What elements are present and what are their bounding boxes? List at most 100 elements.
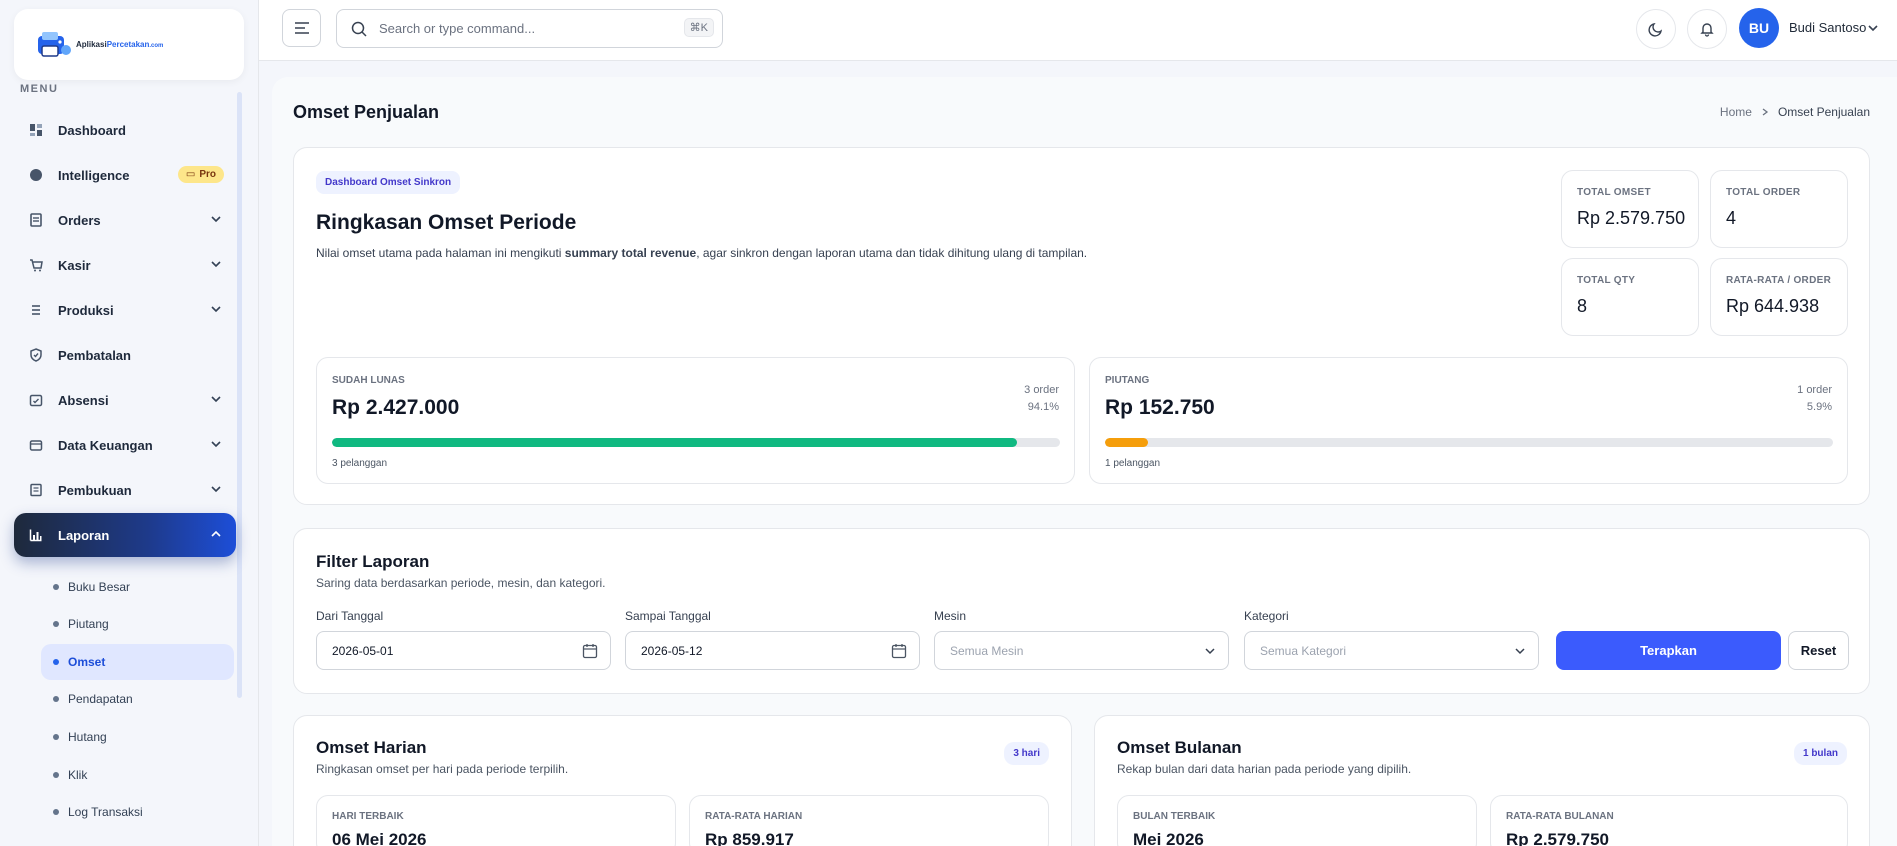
sidebar-item-laporan[interactable]: Laporan: [14, 513, 236, 557]
notifications-button[interactable]: [1687, 9, 1727, 49]
menu-icon: [294, 22, 309, 34]
best-month-label: BULAN TERBAIK: [1133, 811, 1216, 822]
sidebar-item-intelligence[interactable]: Intelligence ▭ Pro: [14, 153, 236, 197]
filter-card: Filter Laporan Saring data berdasarkan p…: [293, 528, 1870, 694]
breadcrumb: Home Omset Penjualan: [1720, 105, 1870, 119]
monthly-title: Omset Bulanan: [1117, 738, 1242, 757]
sidebar-item-data-keuangan[interactable]: Data Keuangan: [14, 423, 236, 467]
sidebar-item-label: Data Keuangan: [58, 437, 153, 453]
logo[interactable]: AplikasiPercetakan.com: [14, 9, 244, 80]
paid-customers: 3 pelanggan: [332, 458, 388, 469]
stat-total-omset: TOTAL OMSET Rp 2.579.750: [1561, 170, 1699, 248]
daily-average-label: RATA-RATA HARIAN: [705, 811, 803, 822]
apply-button[interactable]: Terapkan: [1556, 631, 1781, 670]
bullet-dot: [53, 696, 59, 702]
user-name[interactable]: Budi Santoso: [1789, 20, 1866, 35]
sidebar-item-orders[interactable]: Orders: [14, 198, 236, 242]
moon-icon: [1648, 22, 1663, 37]
summary-heading: Ringkasan Omset Periode: [316, 211, 577, 234]
machine-value: Semua Mesin: [950, 643, 1024, 658]
sidebar-item-label: Absensi: [58, 392, 109, 408]
category-value: Semua Kategori: [1260, 643, 1347, 658]
category-select[interactable]: Semua Kategori: [1244, 631, 1539, 670]
from-date-input[interactable]: 2026-05-01: [316, 631, 611, 670]
sidebar-item-pembukuan[interactable]: Pembukuan: [14, 468, 236, 512]
page-title: Omset Penjualan: [293, 102, 440, 122]
sidebar-item-label: Laporan: [58, 527, 110, 543]
reset-button[interactable]: Reset: [1788, 631, 1849, 670]
daily-average-value: Rp 859.917: [705, 830, 794, 846]
chevron-up-icon: [211, 530, 221, 537]
chevron-down-icon: [211, 441, 221, 448]
chevron-down-icon: [211, 261, 221, 268]
machine-label: Mesin: [934, 609, 967, 623]
calendar-check-icon: [28, 392, 44, 408]
stat-value: 8: [1577, 296, 1588, 316]
sidebar-subitem-omset[interactable]: Omset: [41, 644, 234, 680]
sidebar-item-label: Dashboard: [58, 122, 126, 138]
best-month-card: BULAN TERBAIK Mei 2026: [1117, 795, 1477, 846]
sidebar-subitem-label: Piutang: [68, 617, 109, 631]
sidebar-subitem-label: Hutang: [68, 730, 107, 744]
sidebar-item-produksi[interactable]: Produksi: [14, 288, 236, 332]
sidebar-item-kasir[interactable]: Kasir: [14, 243, 236, 287]
monthly-average-label: RATA-RATA BULANAN: [1506, 811, 1614, 822]
shortcut-hint: ⌘K: [683, 18, 714, 37]
chevron-right-icon: [1762, 108, 1769, 116]
chevron-down-icon[interactable]: [1867, 22, 1879, 34]
breadcrumb-home[interactable]: Home: [1720, 105, 1752, 119]
best-month-value: Mei 2026: [1133, 830, 1204, 846]
book-icon: [28, 482, 44, 498]
chevron-down-icon: [1205, 648, 1215, 655]
machine-select[interactable]: Semua Mesin: [934, 631, 1229, 670]
sidebar-subitem-piutang[interactable]: Piutang: [41, 606, 234, 642]
paid-label: SUDAH LUNAS: [332, 375, 405, 386]
search-bar[interactable]: ⌘K: [336, 9, 723, 48]
sidebar-scrollbar[interactable]: [237, 92, 242, 698]
best-day-label: HARI TERBAIK: [332, 811, 404, 822]
sidebar-item-pembatalan[interactable]: Pembatalan: [14, 333, 236, 377]
sidebar-subitem-klik[interactable]: Klik: [41, 757, 234, 793]
topbar: ⌘K BU Budi Santoso: [259, 0, 1897, 61]
to-date-input[interactable]: 2026-05-12: [625, 631, 920, 670]
paid-meta: 3 order 94.1%: [1024, 384, 1059, 413]
stat-label: TOTAL QTY: [1577, 275, 1636, 286]
sidebar-subitem-label: Pendapatan: [68, 692, 133, 706]
sidebar-subitem-log-transaksi[interactable]: Log Transaksi: [41, 794, 234, 830]
sidebar-toggle-button[interactable]: [282, 9, 321, 47]
bullet-dot: [53, 659, 59, 665]
sidebar-subitem-label: Klik: [68, 768, 88, 782]
paid-value: Rp 2.427.000: [332, 396, 460, 419]
monthly-average-value: Rp 2.579.750: [1506, 830, 1610, 846]
sidebar-item-absensi[interactable]: Absensi: [14, 378, 236, 422]
sidebar-item-label: Kasir: [58, 257, 91, 273]
receivable-meta: 1 order 5.9%: [1797, 384, 1832, 413]
calendar-icon[interactable]: [582, 643, 598, 659]
to-date-label: Sampai Tanggal: [625, 609, 711, 623]
breadcrumb-current: Omset Penjualan: [1777, 105, 1870, 119]
bar-chart-icon: [28, 527, 44, 543]
avatar[interactable]: BU: [1739, 8, 1779, 48]
sidebar-subitem-buku-besar[interactable]: Buku Besar: [41, 569, 234, 605]
stat-total-order: TOTAL ORDER 4: [1710, 170, 1848, 248]
sidebar-item-label: Produksi: [58, 302, 114, 318]
stat-label: TOTAL OMSET: [1577, 187, 1651, 198]
sidebar-subitem-pendapatan[interactable]: Pendapatan: [41, 681, 234, 717]
stat-value: Rp 2.579.750: [1577, 208, 1686, 228]
sidebar-subitem-label: Buku Besar: [68, 580, 131, 594]
sync-chip: Dashboard Omset Sinkron: [316, 171, 461, 194]
to-date-value: 2026-05-12: [641, 643, 703, 658]
paid-progress-fill: [332, 438, 1018, 447]
cart-icon: [28, 257, 44, 273]
dark-mode-toggle[interactable]: [1636, 9, 1676, 49]
sidebar-item-dashboard[interactable]: Dashboard: [14, 108, 236, 152]
search-input[interactable]: [379, 21, 659, 36]
shield-icon: [28, 347, 44, 363]
sidebar-subitem-hutang[interactable]: Hutang: [41, 719, 234, 755]
daily-description: Ringkasan omset per hari pada periode te…: [316, 762, 569, 776]
chevron-down-icon: [211, 486, 221, 493]
calendar-icon[interactable]: [891, 643, 907, 659]
chevron-down-icon: [211, 396, 221, 403]
monthly-count-pill: 1 bulan: [1793, 742, 1847, 765]
receivable-box: PIUTANG Rp 152.750 1 order 5.9% 1 pelangg…: [1089, 357, 1848, 484]
